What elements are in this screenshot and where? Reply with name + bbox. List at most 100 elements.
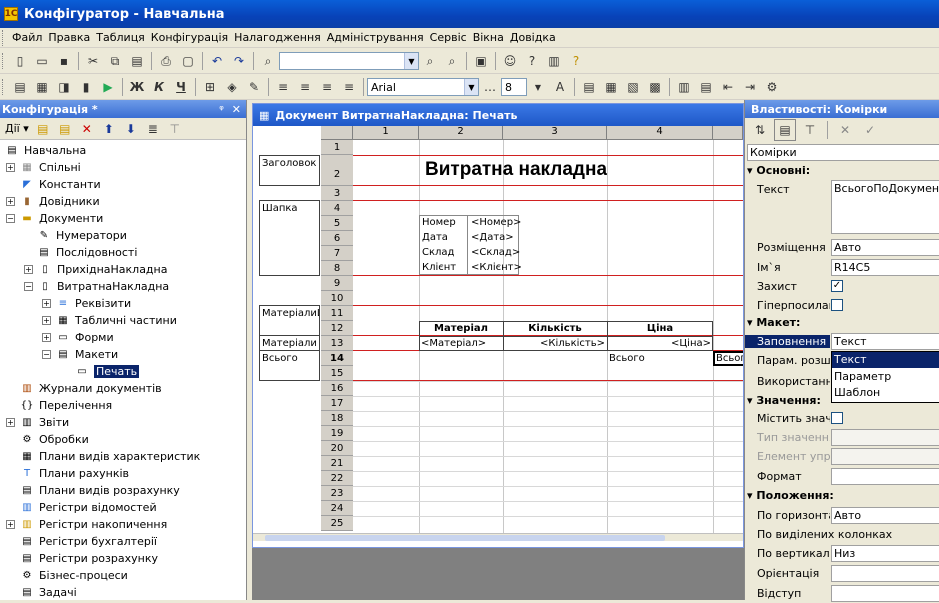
run-icon[interactable]: ▶	[97, 76, 119, 98]
expand-icon[interactable]: +	[24, 265, 33, 274]
tree-node-numerators[interactable]: ✎ Нумератори	[36, 227, 127, 244]
section-layout[interactable]: ▾ Макет:	[747, 316, 800, 329]
sort-icon[interactable]: ≣	[142, 118, 164, 140]
row-header[interactable]: 19	[321, 426, 353, 441]
properties-icon[interactable]: ▤	[9, 76, 31, 98]
prop-fill-value[interactable]: Текст	[831, 333, 939, 350]
tree-node-tasks[interactable]: ▤ Задачі	[19, 584, 76, 601]
table-cell-quantity[interactable]: <Кількість>	[503, 338, 605, 349]
field-value[interactable]: <Клієнт>	[471, 262, 522, 273]
pin-icon[interactable]: ᵠ	[219, 103, 224, 116]
tree-node-info-registers[interactable]: ▥ Регістри відомостей	[19, 499, 156, 516]
field-label[interactable]: Клієнт	[422, 262, 456, 273]
tree-node-root[interactable]: ▤ Навчальна	[4, 142, 86, 159]
tree-node-forms[interactable]: + ▭ Форми	[42, 329, 114, 346]
field-value[interactable]: <Номер>	[471, 217, 521, 228]
tree-node-documents[interactable]: − ▬ Документи	[6, 210, 103, 227]
grip-handle[interactable]	[2, 53, 5, 69]
expand-icon[interactable]: +	[42, 333, 51, 342]
menu-configuration[interactable]: Конфігурація	[148, 31, 231, 44]
tree-node-sequences[interactable]: ▤ Послідовності	[36, 244, 137, 261]
prop-placement-value[interactable]: Авто	[831, 239, 939, 256]
apply-icon[interactable]: ✓	[859, 119, 881, 141]
tree-node-chart-of-accounts[interactable]: T Плани рахунків	[19, 465, 129, 482]
copy-icon[interactable]: ⧉	[104, 50, 126, 72]
grid-mode-icon[interactable]: ▤	[578, 76, 600, 98]
tree-node-constants[interactable]: ◤ Константи	[19, 176, 101, 193]
menu-file[interactable]: Файл	[9, 31, 45, 44]
scrollbar-thumb[interactable]	[265, 535, 665, 541]
find-prev-icon[interactable]: ⌕	[441, 50, 463, 72]
paste-icon[interactable]: ▤	[126, 50, 148, 72]
total-label-cell[interactable]: Всього	[609, 353, 645, 364]
spreadsheet-grid[interactable]: 1 2 3 4 1 2 3 4 5 6 7 8 9 10 11 12 13 14…	[253, 126, 743, 541]
text-color-icon[interactable]: ✎	[243, 76, 265, 98]
undo-icon[interactable]: ↶	[206, 50, 228, 72]
section-position[interactable]: ▾ Положення:	[747, 489, 834, 502]
expand-icon[interactable]: +	[42, 299, 51, 308]
new-icon[interactable]: ▯	[9, 50, 31, 72]
dropdown-option[interactable]: Параметр	[832, 368, 939, 385]
cut-icon[interactable]: ✂	[82, 50, 104, 72]
tree-node-accumulation-registers[interactable]: + ▥ Регістри накопичення	[6, 516, 167, 533]
row-header[interactable]: 20	[321, 441, 353, 456]
tree-node-business-processes[interactable]: ⚙ Бізнес-процеси	[19, 567, 128, 584]
prop-horizontal-value[interactable]: Авто	[831, 507, 939, 524]
row-header[interactable]: 7	[321, 246, 353, 261]
tree-node-templates[interactable]: − ▤ Макети	[42, 346, 118, 363]
collapse-icon[interactable]: −	[24, 282, 33, 291]
row-header[interactable]: 5	[321, 216, 353, 231]
tree-node-accounting-registers[interactable]: ▤ Регістри бухгалтерії	[19, 533, 157, 550]
group-icon[interactable]: ▤	[695, 76, 717, 98]
indent-icon[interactable]: ⇥	[739, 76, 761, 98]
row-header[interactable]: 18	[321, 411, 353, 426]
tree-node-tabular-sections[interactable]: + ▦ Табличні частини	[42, 312, 177, 329]
align-left-icon[interactable]: ≡	[272, 76, 294, 98]
row-header[interactable]: 21	[321, 456, 353, 471]
expand-icon[interactable]: +	[6, 163, 15, 172]
row-header[interactable]: 11	[321, 306, 353, 321]
prop-name-value[interactable]: R14C5	[831, 259, 939, 276]
filter-icon[interactable]: ⊤	[799, 119, 821, 141]
area-header[interactable]: Заголовок	[259, 155, 320, 186]
field-value[interactable]: <Дата>	[471, 232, 514, 243]
row-header[interactable]: 6	[321, 231, 353, 246]
prop-indent-value[interactable]	[831, 585, 939, 602]
menu-edit[interactable]: Правка	[45, 31, 93, 44]
tree-node-print-template[interactable]: ▭ Печать	[74, 363, 140, 380]
selected-cell[interactable]: Всього	[713, 351, 743, 366]
section-basic[interactable]: ▾ Основні:	[747, 164, 810, 177]
expand-icon[interactable]: +	[42, 316, 51, 325]
font-size-combo[interactable]: 8	[501, 78, 527, 96]
table-header-price[interactable]: Ціна	[607, 323, 713, 334]
prop-format-value[interactable]	[831, 468, 939, 485]
table-icon[interactable]: ▦	[600, 76, 622, 98]
field-label[interactable]: Дата	[422, 232, 448, 243]
dropdown-option[interactable]: Текст	[832, 352, 939, 368]
sort-alpha-icon[interactable]: ⇅	[749, 119, 771, 141]
tree-node-chart-of-characteristics[interactable]: ▦ Плани видів характеристик	[19, 448, 200, 465]
prop-text-editor[interactable]: ВсьогоПоДокументу	[831, 180, 939, 234]
hyperlink-checkbox[interactable]	[831, 299, 843, 311]
menu-help[interactable]: Довідка	[507, 31, 559, 44]
expand-icon[interactable]: +	[6, 418, 15, 427]
chevron-down-icon[interactable]: ▼	[404, 53, 418, 69]
protect-checkbox[interactable]: ✓	[831, 280, 843, 292]
tree-node-common[interactable]: + ▦ Спільні	[6, 159, 81, 176]
menu-windows[interactable]: Вікна	[470, 31, 507, 44]
document-heading[interactable]: Витратна накладна	[425, 159, 607, 181]
tree-node-incoming-invoice[interactable]: + ▯ ПрихіднаНакладна	[24, 261, 167, 278]
row-header[interactable]: 3	[321, 186, 353, 201]
insert-picture-icon[interactable]: ▧	[622, 76, 644, 98]
db-icon[interactable]: ◨	[53, 76, 75, 98]
preview-icon[interactable]: ▢	[177, 50, 199, 72]
filter-icon[interactable]: ⊤	[164, 118, 186, 140]
chevron-down-icon[interactable]: ▼	[527, 76, 549, 98]
outdent-icon[interactable]: ⇤	[717, 76, 739, 98]
redo-icon[interactable]: ↷	[228, 50, 250, 72]
save-icon[interactable]: ▪	[53, 50, 75, 72]
menu-table[interactable]: Таблиця	[93, 31, 148, 44]
assistant-icon[interactable]: ☺	[499, 50, 521, 72]
prop-orientation-value[interactable]	[831, 565, 939, 582]
row-header[interactable]: 2	[321, 155, 353, 186]
